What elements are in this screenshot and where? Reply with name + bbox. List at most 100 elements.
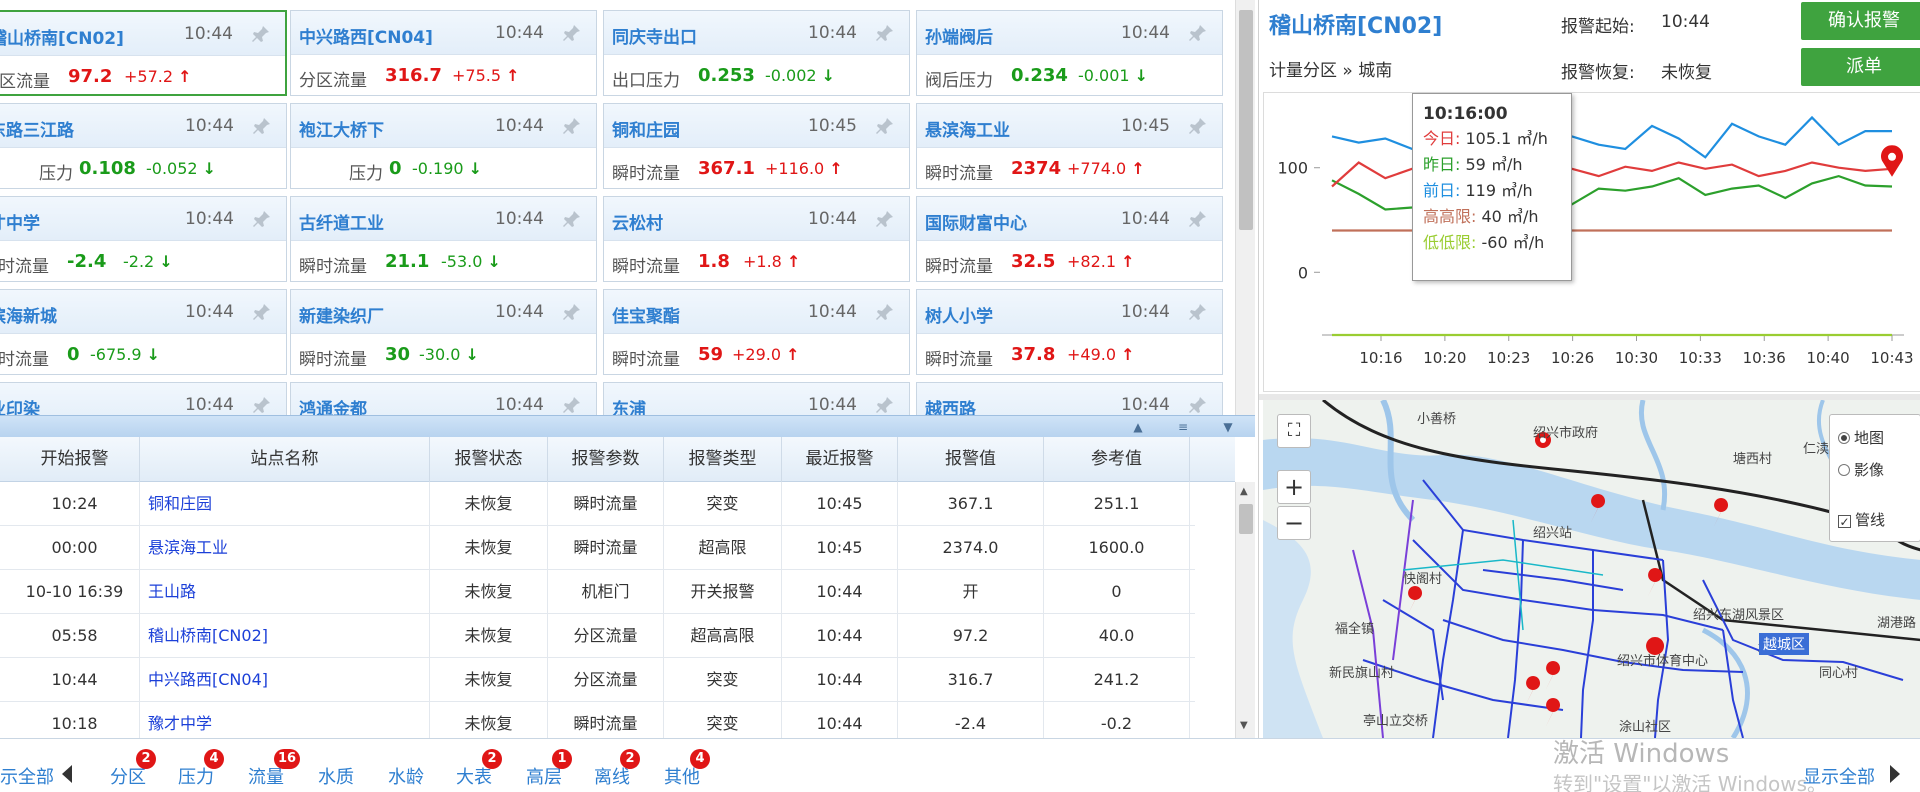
- card-station-name[interactable]: 树人小学: [925, 302, 993, 327]
- pin-icon[interactable]: [562, 116, 582, 136]
- pin-icon[interactable]: [562, 23, 582, 43]
- layer-pipe-option[interactable]: ✓ 管线: [1838, 509, 1885, 530]
- table-scrollbar[interactable]: ▲ ▼: [1235, 482, 1255, 738]
- radio-icon[interactable]: [1838, 464, 1850, 476]
- pin-icon[interactable]: [562, 395, 582, 415]
- pin-icon[interactable]: [562, 209, 582, 229]
- table-header-cell[interactable]: 最近报警: [782, 437, 898, 482]
- card-station-name[interactable]: 云松村: [612, 209, 663, 234]
- filter-tab[interactable]: 大表 2: [456, 749, 502, 789]
- card-station-name[interactable]: 古纤道工业: [299, 209, 384, 234]
- table-row[interactable]: 10:44 中兴路西[CN04] 未恢复 分区流量 突变 10:44 316.7 241.2: [0, 658, 1195, 702]
- pin-icon[interactable]: [1188, 209, 1208, 229]
- filter-show-all[interactable]: 示全部: [0, 763, 54, 789]
- station-link[interactable]: 稽山桥南[CN02]: [140, 614, 430, 658]
- expand-down-icon[interactable]: ▼: [1220, 419, 1236, 435]
- scroll-up-icon[interactable]: ▲: [1240, 486, 1248, 497]
- pin-icon[interactable]: [875, 302, 895, 322]
- card-station-name[interactable]: 越西路: [925, 395, 976, 415]
- filter-tab[interactable]: 离线 2: [594, 749, 640, 789]
- table-row[interactable]: 00:00 悬滨海工业 未恢复 瞬时流量 超高限 10:45 2374.0 1600.0: [0, 526, 1195, 570]
- filter-tab[interactable]: 高层 1: [526, 749, 572, 789]
- filter-tab[interactable]: 水质: [318, 763, 354, 789]
- station-card[interactable]: 古纤道工业 10:44 瞬时流量 21.1 -53.0 ↓: [290, 196, 597, 282]
- table-row[interactable]: 10:18 豫才中学 未恢复 瞬时流量 突变 10:44 -2.4 -0.2: [0, 702, 1195, 738]
- station-card[interactable]: 东路三江路 10:44 压力 0.108 -0.052 ↓: [0, 103, 287, 189]
- pin-icon[interactable]: [875, 23, 895, 43]
- station-card[interactable]: 云松村 10:44 瞬时流量 1.8 +1.8 ↑: [603, 196, 910, 282]
- card-station-name[interactable]: 滨海新城: [0, 302, 57, 327]
- pin-icon[interactable]: [562, 302, 582, 322]
- card-station-name[interactable]: 同庆寺出口: [612, 23, 697, 48]
- zoom-in-button[interactable]: +: [1277, 470, 1311, 504]
- table-row[interactable]: 10:24 铜和庄园 未恢复 瞬时流量 突变 10:45 367.1 251.1: [0, 482, 1195, 526]
- station-card[interactable]: 才中学 10:44 瞬时流量 -2.4 -2.2 ↓: [0, 196, 287, 282]
- layer-map-option[interactable]: 地图: [1838, 427, 1884, 448]
- station-card[interactable]: 业印染 10:44: [0, 382, 287, 415]
- pin-icon[interactable]: [251, 24, 271, 44]
- station-card[interactable]: 国际财富中心 10:44 瞬时流量 32.5 +82.1 ↑: [916, 196, 1223, 282]
- table-header-cell[interactable]: 开始报警: [10, 437, 140, 482]
- station-card[interactable]: 孙端阀后 10:44 阀后压力 0.234 -0.001 ↓: [916, 10, 1223, 96]
- station-map[interactable]: 小善桥绍兴市政府仁渎村塘西村绍兴站快阁村福全镇新民旗山村越城区绍兴市体育中心同心…: [1263, 400, 1920, 738]
- card-station-name[interactable]: 稽山桥南[CN02]: [0, 24, 124, 49]
- pin-icon[interactable]: [252, 209, 272, 229]
- pin-icon[interactable]: [1188, 116, 1208, 136]
- station-link[interactable]: 王山路: [140, 570, 430, 614]
- filter-tab[interactable]: 分区 2: [110, 749, 156, 789]
- confirm-alarm-button[interactable]: 确认报警: [1801, 2, 1920, 40]
- table-header-cell[interactable]: 站点名称: [140, 437, 430, 482]
- pin-icon[interactable]: [875, 116, 895, 136]
- card-station-name[interactable]: 东浦: [612, 395, 646, 415]
- filter-tab[interactable]: 压力 4: [178, 749, 224, 789]
- collapse-up-icon[interactable]: ▲: [1130, 419, 1146, 435]
- table-header-cell[interactable]: 报警状态: [430, 437, 548, 482]
- station-card[interactable]: 袍江大桥下 10:44 压力 0 -0.190 ↓: [290, 103, 597, 189]
- station-card[interactable]: 稽山桥南[CN02] 10:44 分区流量 97.2 +57.2 ↑: [0, 10, 287, 96]
- scroll-down-icon[interactable]: ▼: [1240, 720, 1248, 731]
- cards-scrollbar[interactable]: [1235, 0, 1255, 415]
- card-station-name[interactable]: 新建染织厂: [299, 302, 384, 327]
- layer-image-option[interactable]: 影像: [1838, 459, 1884, 480]
- station-card[interactable]: 悬滨海工业 10:45 瞬时流量 2374 +774.0 ↑: [916, 103, 1223, 189]
- table-header-cell[interactable]: 报警类型: [664, 437, 782, 482]
- station-card[interactable]: 佳宝聚酯 10:44 瞬时流量 59 +29.0 ↑: [603, 289, 910, 375]
- fullscreen-icon[interactable]: ⛶: [1277, 414, 1311, 448]
- card-station-name[interactable]: 铜和庄园: [612, 116, 680, 141]
- station-card[interactable]: 越西路 10:44: [916, 382, 1223, 415]
- table-header-cell[interactable]: 报警值: [898, 437, 1044, 482]
- station-link[interactable]: 悬滨海工业: [140, 526, 430, 570]
- filter-tab[interactable]: 水龄: [388, 763, 424, 789]
- card-station-name[interactable]: 孙端阀后: [925, 23, 993, 48]
- table-row[interactable]: 10-10 16:39 王山路 未恢复 机柜门 开关报警 10:44 开 0: [0, 570, 1195, 614]
- table-scroll-thumb[interactable]: [1239, 504, 1253, 534]
- card-station-name[interactable]: 才中学: [0, 209, 40, 234]
- card-station-name[interactable]: 中兴路西[CN04]: [299, 23, 433, 48]
- table-row[interactable]: 05:58 稽山桥南[CN02] 未恢复 分区流量 超高高限 10:44 97.2 40.0: [0, 614, 1195, 658]
- filter-tab[interactable]: 其他 4: [664, 749, 710, 789]
- pin-icon[interactable]: [875, 395, 895, 415]
- table-header-cell[interactable]: 参考值: [1044, 437, 1190, 482]
- card-station-name[interactable]: 佳宝聚酯: [612, 302, 680, 327]
- radio-selected-icon[interactable]: [1838, 432, 1850, 444]
- card-station-name[interactable]: 业印染: [0, 395, 40, 415]
- pin-icon[interactable]: [1188, 23, 1208, 43]
- pin-icon[interactable]: [1188, 395, 1208, 415]
- station-card[interactable]: 铜和庄园 10:45 瞬时流量 367.1 +116.0 ↑: [603, 103, 910, 189]
- pin-icon[interactable]: [875, 209, 895, 229]
- restore-icon[interactable]: ≡: [1175, 419, 1191, 435]
- prev-page-icon[interactable]: [62, 765, 72, 783]
- station-card[interactable]: 树人小学 10:44 瞬时流量 37.8 +49.0 ↑: [916, 289, 1223, 375]
- station-link[interactable]: 铜和庄园: [140, 482, 430, 526]
- checkbox-checked-icon[interactable]: ✓: [1838, 515, 1851, 528]
- station-card[interactable]: 滨海新城 10:44 瞬时流量 0 -675.9 ↓: [0, 289, 287, 375]
- station-card[interactable]: 同庆寺出口 10:44 出口压力 0.253 -0.002 ↓: [603, 10, 910, 96]
- station-link[interactable]: 中兴路西[CN04]: [140, 658, 430, 702]
- pin-icon[interactable]: [252, 302, 272, 322]
- next-page-icon[interactable]: [1890, 765, 1900, 783]
- card-station-name[interactable]: 悬滨海工业: [925, 116, 1010, 141]
- station-link[interactable]: 豫才中学: [140, 702, 430, 738]
- card-station-name[interactable]: 国际财富中心: [925, 209, 1027, 234]
- card-station-name[interactable]: 袍江大桥下: [299, 116, 384, 141]
- pin-icon[interactable]: [1188, 302, 1208, 322]
